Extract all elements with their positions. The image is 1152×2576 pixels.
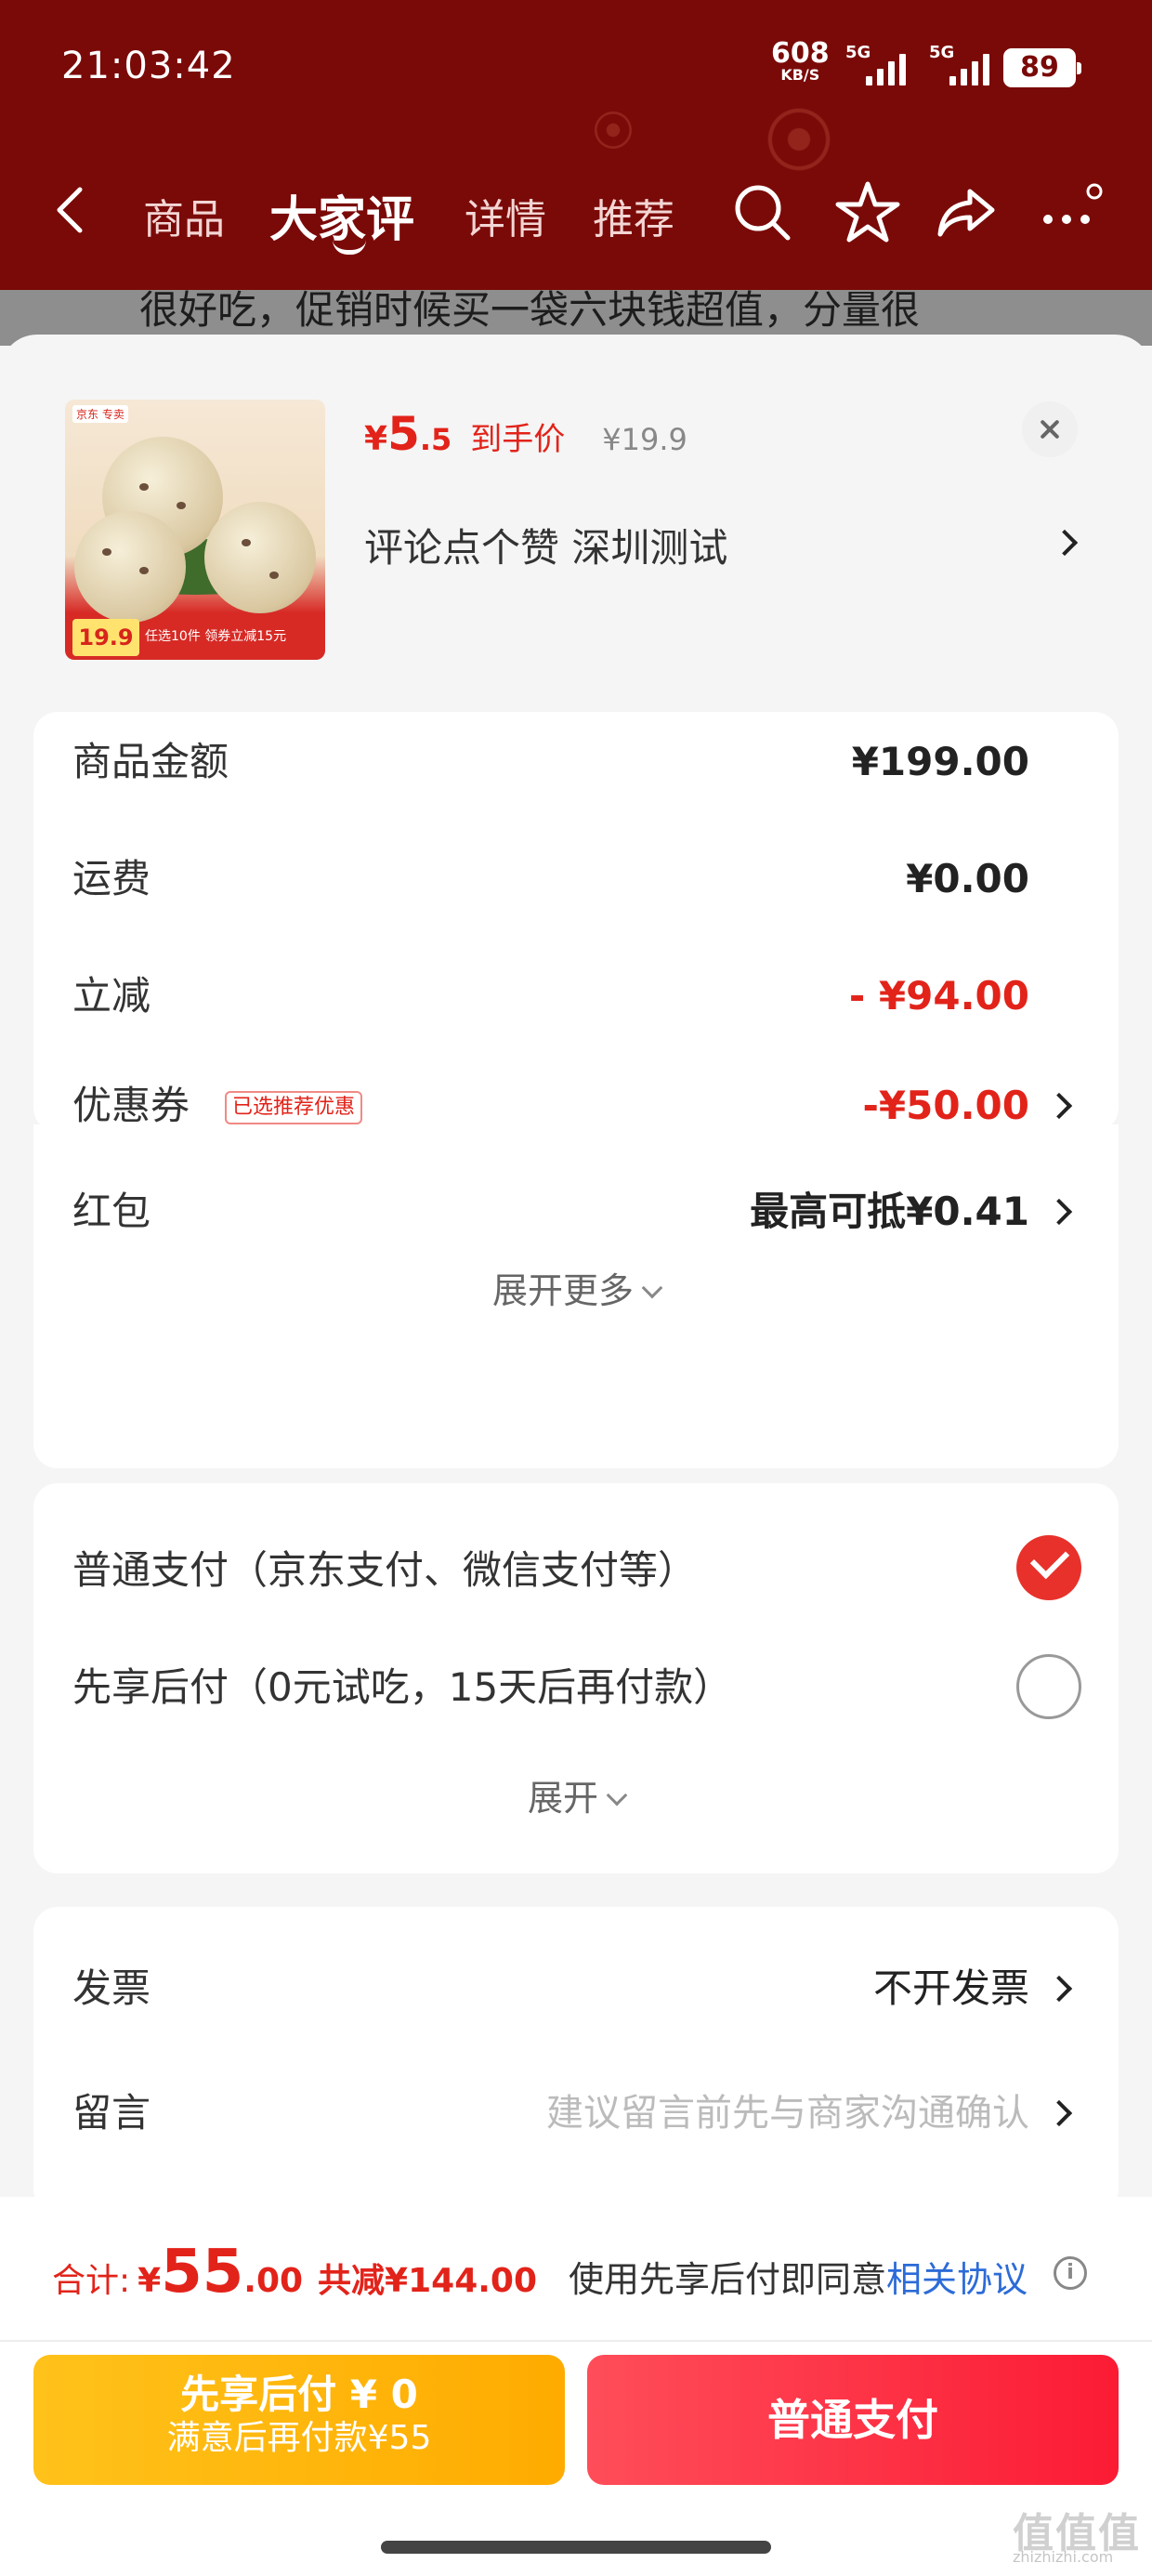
payment-option-label: 普通支付（京东支付、微信支付等）: [72, 1547, 698, 1593]
expand-label: 展开: [527, 1778, 598, 1819]
back-icon[interactable]: [48, 182, 93, 238]
chevron-right-icon: [1045, 1198, 1073, 1226]
chevron-down-icon: [606, 1784, 628, 1807]
expand-label: 展开更多: [491, 1270, 634, 1311]
more-icon[interactable]: [1039, 178, 1106, 245]
row-instant-discount: 立减 - ¥94.00: [33, 959, 1119, 1033]
search-icon[interactable]: [728, 178, 795, 245]
divider: [0, 2340, 1152, 2342]
payment-option-pay-later[interactable]: 先享后付（0元试吃，15天后再付款）: [33, 1650, 1119, 1725]
original-price: ¥19.9: [602, 422, 687, 457]
pay-later-button[interactable]: 先享后付 ¥ 0 满意后再付款¥55: [33, 2355, 565, 2485]
row-value: 最高可抵¥0.41: [750, 1189, 1029, 1234]
price-integer: 5: [387, 407, 420, 461]
total-integer: 55: [161, 2238, 244, 2307]
message-label: 留言: [72, 2090, 151, 2136]
chevron-right-icon: [1045, 2099, 1073, 2127]
checkout-footer: 合计: ¥55.00 共减¥144.00 使用先享后付即同意相关协议 i 先享后付 …: [0, 2197, 1152, 2576]
amount-card: 商品金额 ¥199.00 运费 ¥0.00 立减 - ¥94.00 优惠券 已选…: [33, 712, 1119, 1132]
order-total: 合计: ¥55.00 共减¥144.00: [52, 2238, 537, 2307]
row-shipping: 运费 ¥0.00: [33, 842, 1119, 916]
signal-icon: 5G: [929, 43, 994, 89]
final-price: ¥5.5 到手价 ¥19.9: [364, 407, 687, 461]
product-spec[interactable]: 评论点个赞 深圳测试: [364, 517, 727, 573]
meatball: [74, 511, 186, 623]
net-speed: 608 KB/S: [771, 40, 830, 84]
row-red-packet[interactable]: 红包 最高可抵¥0.41: [33, 1175, 1119, 1249]
chevron-down-icon: [641, 1277, 663, 1299]
payment-card: 普通支付（京东支付、微信支付等） 先享后付（0元试吃，15天后再付款） 展开: [33, 1483, 1119, 1873]
invoice-value: 不开发票: [872, 1965, 1029, 2011]
thumb-brand: 京东 专卖: [72, 405, 128, 423]
share-icon[interactable]: [933, 178, 1000, 245]
price-currency: ¥: [364, 420, 388, 458]
thumb-promo: 任选10件 领券立减15元: [145, 629, 287, 644]
net-speed-value: 608: [771, 37, 830, 70]
chevron-right-icon: [1051, 529, 1079, 557]
invoice-label: 发票: [72, 1965, 151, 2011]
pay-now-button[interactable]: 普通支付: [587, 2355, 1119, 2485]
total-decimal: .00: [243, 2262, 304, 2300]
agreement-text: 使用先享后付即同意相关协议: [569, 2251, 1028, 2302]
row-label: 商品金额: [72, 739, 229, 784]
row-label: 运费: [72, 856, 151, 901]
row-label: 立减: [72, 973, 151, 1019]
tab-goods[interactable]: 商品: [143, 186, 225, 245]
extras-card: 发票 不开发票 留言 建议留言前先与商家沟通确认: [33, 1907, 1119, 2214]
tab-details[interactable]: 详情: [465, 186, 546, 245]
payment-option-normal[interactable]: 普通支付（京东支付、微信支付等）: [33, 1533, 1119, 1608]
agreement-link[interactable]: 相关协议: [886, 2259, 1028, 2300]
price-tag: 到手价: [470, 421, 566, 458]
pay-later-subtitle: 满意后再付款¥55: [166, 2419, 432, 2457]
row-value: - ¥94.00: [848, 973, 1029, 1019]
thumb-price-tag: 19.9: [72, 619, 139, 656]
expand-payment-button[interactable]: 展开: [33, 1769, 1119, 1820]
radio-unselected[interactable]: [1016, 1654, 1081, 1719]
row-goods-amount: 商品金额 ¥199.00: [33, 725, 1119, 799]
total-label: 合计:: [52, 2262, 131, 2300]
chevron-right-icon: [1045, 1092, 1073, 1120]
row-message[interactable]: 留言 建议留言前先与商家沟通确认: [33, 2076, 1119, 2150]
radio-selected[interactable]: [1016, 1535, 1081, 1600]
clock: 21:03:42: [61, 45, 236, 87]
signal-label: 5G: [845, 43, 871, 62]
message-input[interactable]: 建议留言前先与商家沟通确认: [546, 2076, 1029, 2150]
row-invoice[interactable]: 发票 不开发票: [33, 1952, 1119, 2026]
info-icon[interactable]: i: [1054, 2256, 1087, 2290]
row-value: ¥199.00: [851, 739, 1029, 784]
active-tab-indicator: [333, 240, 366, 255]
product-nav: 商品 大家评 详情 推荐: [0, 158, 1152, 260]
watermark-site: zhizhizhi.com: [1013, 2548, 1114, 2566]
signal-icon: 5G: [845, 43, 910, 89]
close-button[interactable]: [1022, 401, 1078, 457]
amount-card-lower: 红包 最高可抵¥0.41 展开更多: [33, 1124, 1119, 1468]
product-thumbnail[interactable]: 京东 专卖 19.9 任选10件 领券立减15元: [65, 400, 325, 660]
status-bar: 21:03:42 608 KB/S 5G 5G 89: [0, 0, 1152, 139]
total-saved: 共减¥144.00: [318, 2262, 538, 2300]
product-summary: 京东 专卖 19.9 任选10件 领券立减15元 ¥5.5 到手价 ¥19.9 评论…: [0, 335, 1152, 688]
signal-label: 5G: [929, 43, 955, 62]
home-indicator[interactable]: [381, 2541, 771, 2554]
coupon-badge: 已选推荐优惠: [225, 1091, 363, 1124]
total-currency: ¥: [137, 2262, 162, 2300]
price-decimal: .5: [419, 422, 452, 457]
star-icon[interactable]: [834, 178, 901, 245]
meatball: [204, 502, 316, 613]
chevron-right-icon: [1045, 1975, 1073, 2003]
pay-later-title: 先享后付 ¥ 0: [180, 2372, 418, 2417]
row-value: ¥0.00: [906, 856, 1029, 901]
top-header: 21:03:42 608 KB/S 5G 5G 89 商品 大家评 详情 推荐: [0, 0, 1152, 290]
payment-option-label: 先享后付（0元试吃，15天后再付款）: [72, 1664, 733, 1710]
tab-recommend[interactable]: 推荐: [593, 186, 674, 245]
row-label: 红包: [72, 1189, 151, 1234]
agreement-prefix: 使用先享后付即同意: [569, 2259, 887, 2300]
battery-icon: 89: [1003, 48, 1081, 87]
expand-more-button[interactable]: 展开更多: [33, 1262, 1119, 1313]
